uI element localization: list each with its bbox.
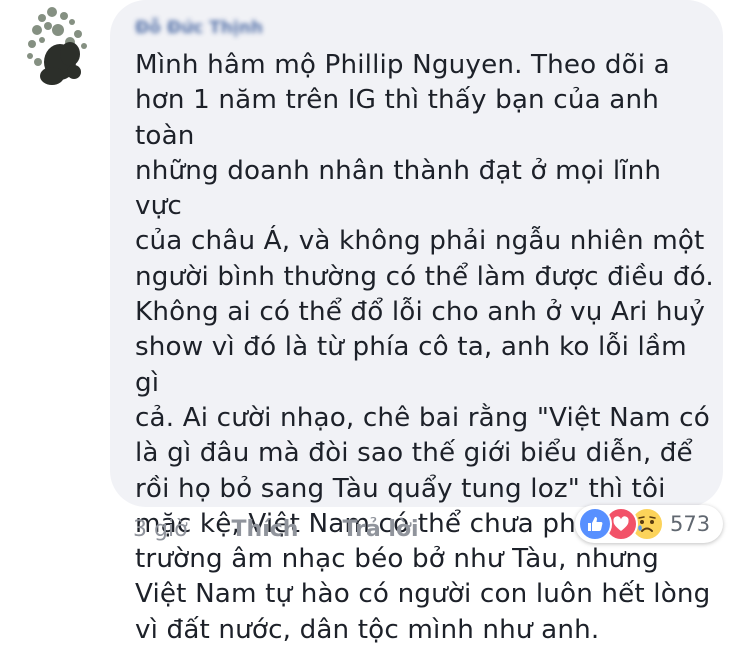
comment-text: Mình hâm mộ Phillip Nguyen. Theo dõi a h… [135, 50, 714, 645]
like-icon [578, 507, 612, 541]
comment-author[interactable]: Đỗ Đức Thịnh [135, 18, 263, 38]
comment-timestamp[interactable]: 3 giờ [133, 517, 188, 542]
avatar[interactable] [12, 0, 104, 92]
reactions-summary[interactable]: 573 [575, 505, 723, 543]
reply-button[interactable]: Trả lời [342, 517, 418, 542]
reaction-count: 573 [670, 512, 711, 536]
comment-actions: 3 giờ Thích Trả lời [133, 512, 419, 546]
like-button[interactable]: Thích [232, 517, 299, 542]
avatar-image [12, 0, 104, 92]
